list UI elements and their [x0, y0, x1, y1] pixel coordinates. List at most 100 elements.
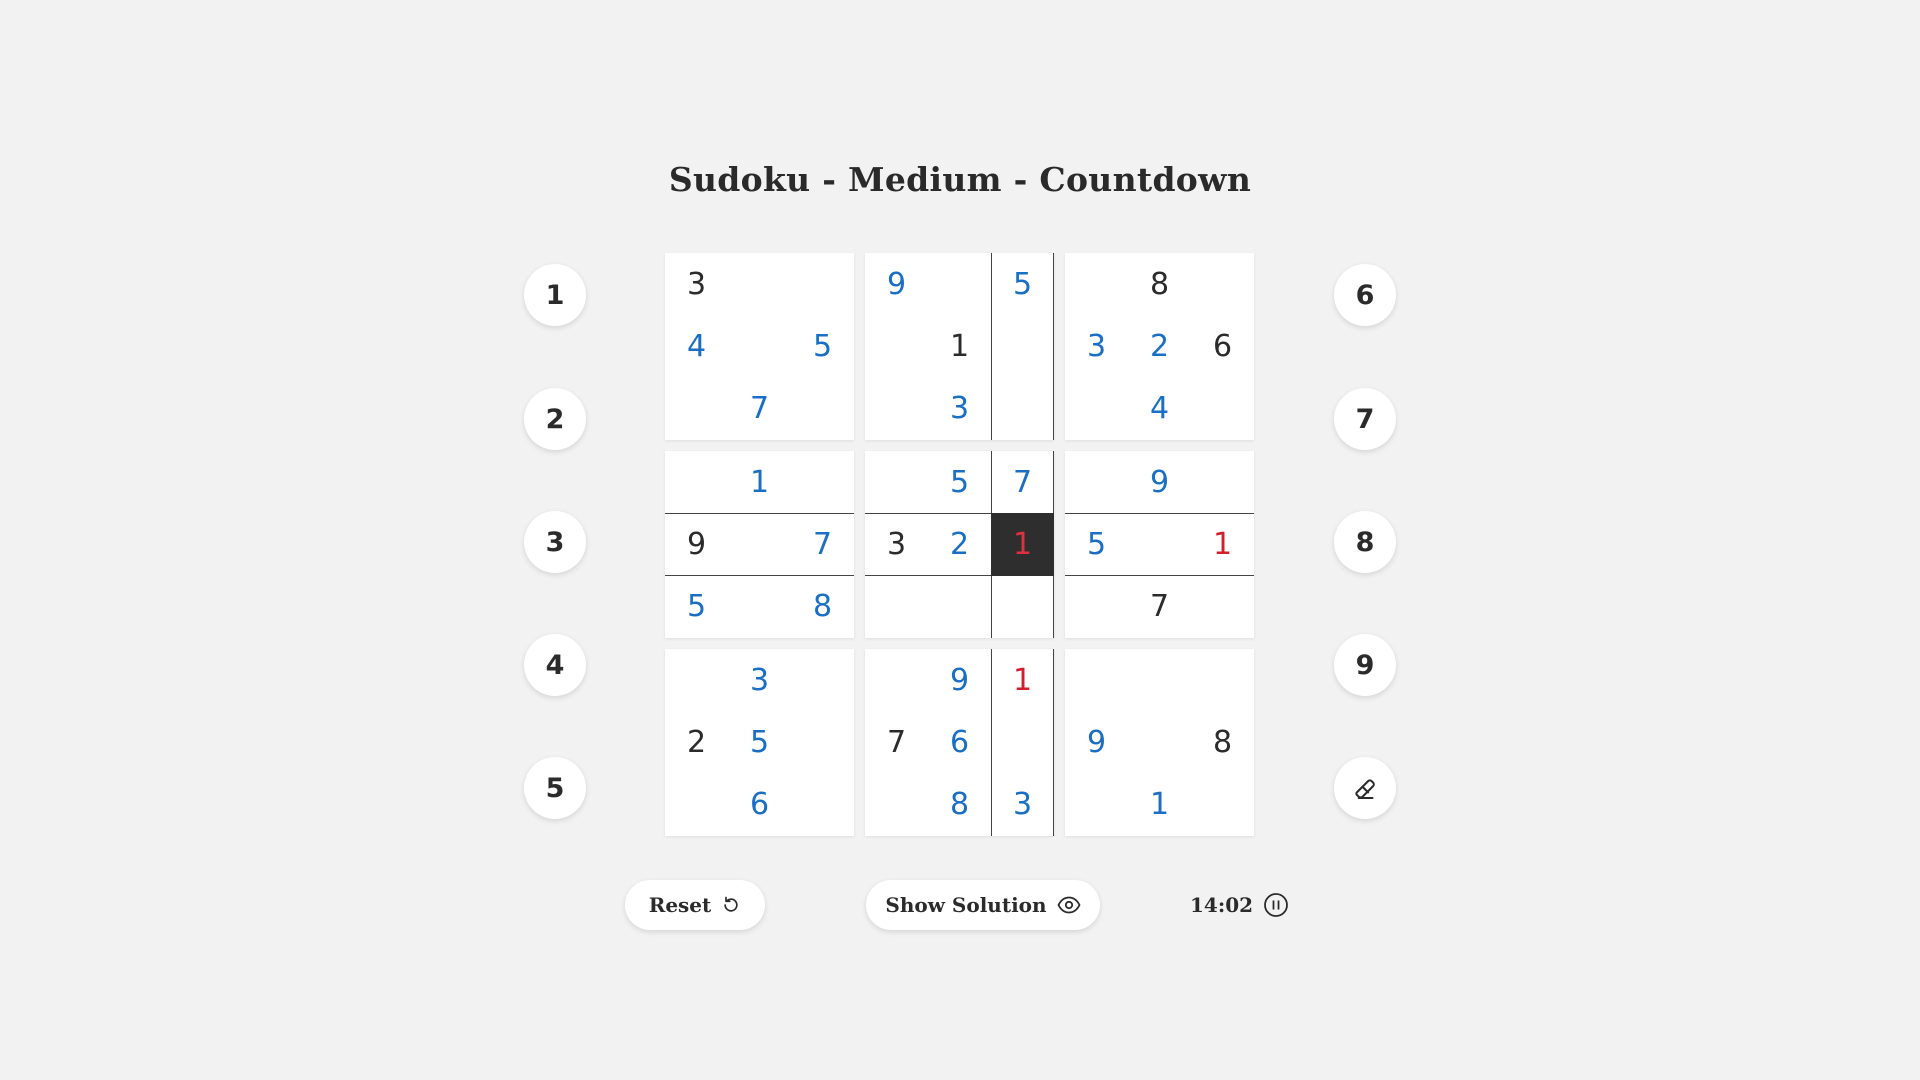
sudoku-cell[interactable]: [928, 253, 991, 315]
sudoku-cell[interactable]: [1065, 576, 1128, 638]
sudoku-cell[interactable]: [1128, 711, 1191, 773]
digit-button-8[interactable]: 8: [1334, 511, 1396, 573]
sudoku-cell[interactable]: 5: [728, 711, 791, 773]
pause-icon[interactable]: [1263, 892, 1289, 918]
sudoku-cell[interactable]: [1191, 774, 1254, 836]
sudoku-cell[interactable]: [928, 576, 991, 638]
erase-button[interactable]: [1334, 757, 1396, 819]
reset-button-label: Reset: [648, 893, 712, 917]
sudoku-cell[interactable]: [865, 451, 928, 513]
sudoku-cell[interactable]: [791, 451, 854, 513]
sudoku-cell[interactable]: 5: [665, 576, 728, 638]
sudoku-cell[interactable]: [728, 315, 791, 377]
sudoku-cell[interactable]: [865, 315, 928, 377]
digit-button-1[interactable]: 1: [524, 264, 586, 326]
sudoku-cell[interactable]: [991, 711, 1054, 774]
page-title: Sudoku - Medium - Countdown: [668, 160, 1252, 199]
sudoku-cell[interactable]: [865, 378, 928, 440]
sudoku-cell[interactable]: 7: [728, 378, 791, 440]
sudoku-cell[interactable]: 4: [1128, 378, 1191, 440]
sudoku-cell[interactable]: 3: [1065, 315, 1128, 377]
sudoku-cell[interactable]: [1191, 576, 1254, 638]
sudoku-cell[interactable]: [791, 649, 854, 711]
sudoku-cell[interactable]: 1: [1191, 513, 1254, 576]
sudoku-cell[interactable]: [1065, 378, 1128, 440]
digit-button-5[interactable]: 5: [524, 757, 586, 819]
sudoku-cell[interactable]: 3: [991, 773, 1054, 837]
sudoku-cell[interactable]: [1191, 378, 1254, 440]
sudoku-cell[interactable]: [665, 451, 728, 513]
sudoku-page: Sudoku - Medium - Countdown 345795138326…: [0, 0, 1920, 1080]
sudoku-cell[interactable]: 1: [1128, 774, 1191, 836]
show-solution-button[interactable]: Show Solution: [866, 880, 1100, 930]
sudoku-cell[interactable]: 6: [928, 711, 991, 773]
countdown-timer: 14:02: [1190, 880, 1289, 930]
digit-button-3[interactable]: 3: [524, 511, 586, 573]
sudoku-cell[interactable]: [791, 253, 854, 315]
sudoku-cell[interactable]: [1065, 451, 1128, 513]
sudoku-cell[interactable]: [791, 711, 854, 773]
digit-button-6[interactable]: 6: [1334, 264, 1396, 326]
sudoku-cell[interactable]: 8: [928, 774, 991, 836]
sudoku-cell[interactable]: [791, 774, 854, 836]
sudoku-cell[interactable]: 5: [791, 315, 854, 377]
sudoku-cell[interactable]: [1065, 649, 1128, 711]
sudoku-cell[interactable]: 9: [928, 649, 991, 711]
sudoku-cell[interactable]: 1: [991, 513, 1054, 576]
sudoku-cell[interactable]: 6: [1191, 315, 1254, 377]
sudoku-box: 91 7683: [865, 649, 1054, 837]
sudoku-cell[interactable]: [665, 774, 728, 836]
sudoku-cell[interactable]: [865, 649, 928, 711]
sudoku-cell[interactable]: 3: [928, 378, 991, 440]
sudoku-cell[interactable]: 9: [665, 513, 728, 576]
sudoku-cell[interactable]: [1191, 451, 1254, 513]
sudoku-cell[interactable]: [728, 253, 791, 315]
sudoku-cell[interactable]: 5: [1065, 513, 1128, 576]
sudoku-cell[interactable]: [1191, 253, 1254, 315]
sudoku-cell[interactable]: [1065, 774, 1128, 836]
sudoku-cell[interactable]: [665, 378, 728, 440]
sudoku-cell[interactable]: [791, 378, 854, 440]
sudoku-cell[interactable]: [1191, 649, 1254, 711]
sudoku-cell[interactable]: 1: [928, 315, 991, 377]
sudoku-cell[interactable]: 3: [865, 513, 928, 576]
sudoku-cell[interactable]: 9: [865, 253, 928, 315]
sudoku-cell[interactable]: [865, 774, 928, 836]
sudoku-cell[interactable]: [1128, 649, 1191, 711]
sudoku-cell[interactable]: 5: [991, 253, 1054, 316]
sudoku-cell[interactable]: 8: [1128, 253, 1191, 315]
reset-button[interactable]: Reset: [625, 880, 765, 930]
sudoku-cell[interactable]: 7: [791, 513, 854, 576]
sudoku-cell[interactable]: 2: [928, 513, 991, 576]
sudoku-cell[interactable]: [991, 377, 1054, 441]
digit-button-4[interactable]: 4: [524, 634, 586, 696]
sudoku-cell[interactable]: [728, 513, 791, 576]
sudoku-cell[interactable]: 7: [1128, 576, 1191, 638]
sudoku-cell[interactable]: 6: [728, 774, 791, 836]
sudoku-cell[interactable]: [865, 576, 928, 638]
sudoku-cell[interactable]: 4: [665, 315, 728, 377]
sudoku-cell[interactable]: 3: [728, 649, 791, 711]
eraser-icon: [1350, 773, 1380, 803]
digit-button-9[interactable]: 9: [1334, 634, 1396, 696]
digit-button-2[interactable]: 2: [524, 388, 586, 450]
sudoku-cell[interactable]: 3: [665, 253, 728, 315]
sudoku-cell[interactable]: [1065, 253, 1128, 315]
sudoku-cell[interactable]: 1: [728, 451, 791, 513]
sudoku-cell[interactable]: 8: [791, 576, 854, 638]
sudoku-cell[interactable]: [728, 576, 791, 638]
digit-button-7[interactable]: 7: [1334, 388, 1396, 450]
sudoku-cell[interactable]: 2: [1128, 315, 1191, 377]
sudoku-cell[interactable]: 7: [865, 711, 928, 773]
sudoku-cell[interactable]: [665, 649, 728, 711]
sudoku-cell[interactable]: 8: [1191, 711, 1254, 773]
sudoku-cell[interactable]: 2: [665, 711, 728, 773]
sudoku-cell[interactable]: 5: [928, 451, 991, 513]
sudoku-cell[interactable]: [1128, 513, 1191, 576]
sudoku-cell[interactable]: 9: [1128, 451, 1191, 513]
sudoku-cell[interactable]: 1: [991, 649, 1054, 712]
sudoku-cell[interactable]: [991, 575, 1054, 639]
sudoku-cell[interactable]: 7: [991, 451, 1054, 514]
sudoku-cell[interactable]: 9: [1065, 711, 1128, 773]
sudoku-cell[interactable]: [991, 315, 1054, 378]
